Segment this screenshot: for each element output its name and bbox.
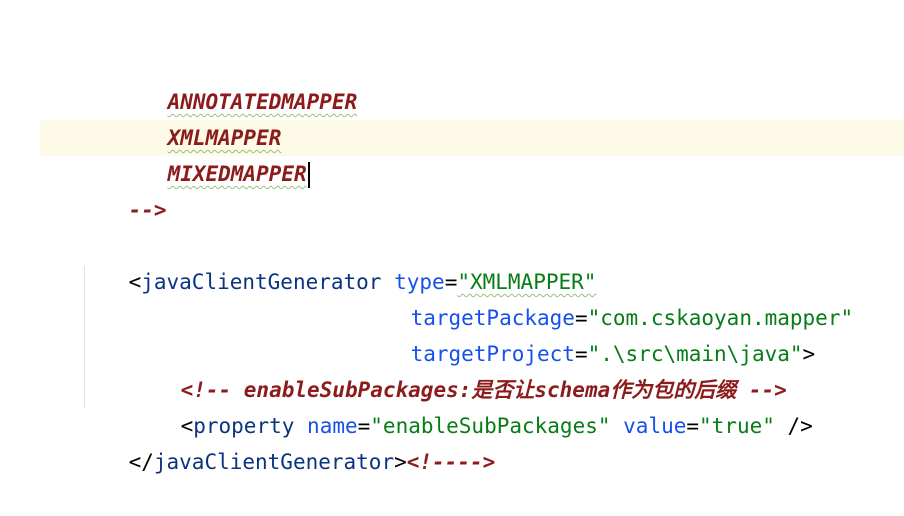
tag-bracket: </ [128,450,154,474]
code-line-8[interactable]: targetProject=".\src\main\java"> [360,300,816,366]
comment-text: <!----> [406,450,496,474]
code-line-3[interactable]: MIXEDMAPPER [117,120,310,188]
code-line-6[interactable]: <javaClientGenerator type="XMLMAPPER" [78,228,597,294]
tag-bracket: < [128,270,142,294]
equals-sign: = [686,414,700,438]
code-line-2[interactable]: XMLMAPPER [117,84,282,150]
attribute-value: "true" [699,414,775,438]
code-line-10[interactable]: <property name="enableSubPackages" value… [130,372,813,438]
code-line-4[interactable]: --> [78,156,167,222]
tag-bracket: > [394,450,407,474]
code-line-11[interactable]: </javaClientGenerator><!----> [78,408,496,474]
code-editor[interactable]: ANNOTATEDMAPPER XMLMAPPER MIXEDMAPPER --… [0,0,904,474]
text-caret [307,162,310,188]
code-line-9[interactable]: <!-- enableSubPackages:是否让schema作为包的后缀 -… [130,336,787,402]
tag-bracket: /> [774,414,813,438]
attribute-name: value [623,414,687,438]
tag-name: javaClientGenerator [153,450,395,474]
comment-close: --> [128,198,167,222]
code-line-7[interactable]: targetPackage="com.cskaoyan.mapper" [360,264,854,330]
comment-text: MIXEDMAPPER [167,162,307,186]
code-line-1[interactable]: ANNOTATEDMAPPER [117,48,358,114]
tag-name: javaClientGenerator [141,270,382,294]
tag-bracket: > [802,342,816,366]
